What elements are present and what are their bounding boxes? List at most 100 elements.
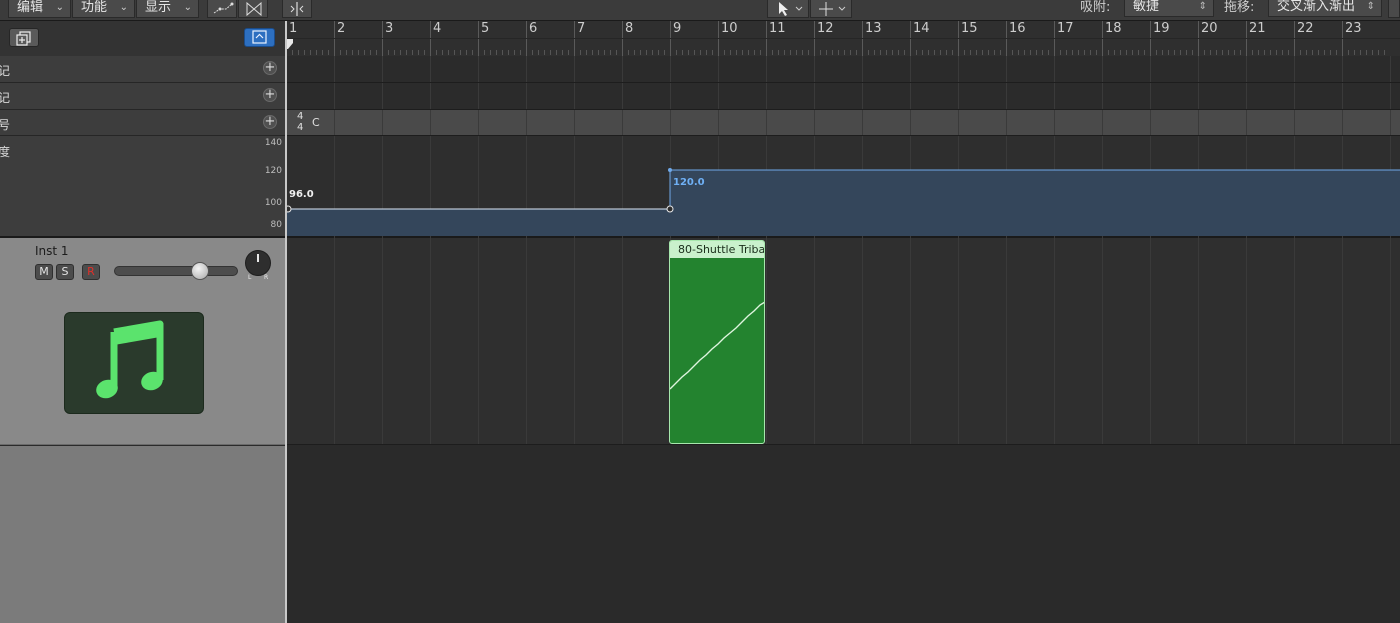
- ruler-ticks: [286, 21, 1400, 56]
- audio-region[interactable]: 80-Shuttle Triba: [669, 240, 765, 444]
- global-track-headers: 记 + 记 + 号 + 度 140 120 100 80: [0, 56, 285, 237]
- track-name[interactable]: Inst 1: [35, 244, 69, 258]
- snap-select[interactable]: 敏捷 ⇕: [1124, 0, 1214, 17]
- signature-top[interactable]: 4: [297, 111, 303, 122]
- tempo-area-fill: [287, 209, 670, 236]
- global-track-label: 度: [0, 145, 11, 159]
- snap-value: 敏捷: [1133, 0, 1160, 14]
- track-icon[interactable]: [64, 312, 204, 414]
- pointer-icon: [779, 2, 803, 16]
- ruler-bar-number: 15: [961, 21, 978, 36]
- global-track-label: 记: [0, 64, 11, 78]
- tempo-start-value: 96.0: [289, 189, 314, 200]
- ruler-bar-number: 7: [577, 21, 586, 36]
- toolbar: 编辑 ⌄ 功能 ⌄ 显示 ⌄ 吸附: 敏捷 ⇕ 拖移: 交叉渐入渐出 ⇕: [0, 0, 1400, 21]
- ruler-bar-number: 4: [433, 21, 442, 36]
- marquee-tool-button[interactable]: [810, 0, 852, 18]
- drag-value: 交叉渐入渐出: [1277, 0, 1356, 14]
- ruler-bar-number: 12: [817, 21, 834, 36]
- region-name[interactable]: 80-Shuttle Triba: [670, 241, 764, 258]
- new-track-button[interactable]: [9, 28, 39, 47]
- ruler-bar-number: 2: [337, 21, 346, 36]
- global-track-label: 记: [0, 91, 11, 105]
- pan-knob[interactable]: [245, 250, 271, 276]
- ruler-bar-number: 22: [1297, 21, 1314, 36]
- ruler-bar-number: 14: [913, 21, 930, 36]
- pointer-tool-button[interactable]: [767, 0, 809, 18]
- updown-chevron-icon: ⇕: [1366, 1, 1375, 12]
- ruler-bar-number: 6: [529, 21, 538, 36]
- chevron-down-icon: ⌄: [119, 2, 128, 13]
- ruler-bar-number: 23: [1345, 21, 1362, 36]
- crosshair-icon: [819, 2, 846, 16]
- tracks-header: [0, 21, 285, 57]
- add-signature-button[interactable]: +: [263, 115, 277, 129]
- tempo-tick-label: 100: [264, 198, 282, 208]
- volume-slider[interactable]: [114, 262, 238, 280]
- track-list-empty-area[interactable]: [0, 446, 285, 623]
- arrange-grid: [287, 56, 1400, 623]
- view-menu[interactable]: 显示 ⌄: [136, 0, 199, 18]
- pan-knob-indicator: [257, 254, 259, 262]
- drag-label: 拖移:: [1224, 0, 1255, 15]
- global-track-arrangement: 记 +: [0, 56, 285, 83]
- global-track-signature: 号 +: [0, 110, 285, 136]
- global-tracks-icon: [252, 30, 267, 44]
- ruler-bar-number: 8: [625, 21, 634, 36]
- tempo-tick-label: 80: [270, 220, 282, 230]
- ruler-bar-number: 18: [1105, 21, 1122, 36]
- tempo-tick-label: 120: [264, 166, 282, 176]
- ruler-bar-number: 21: [1249, 21, 1266, 36]
- tempo-change-value: 120.0: [673, 177, 705, 188]
- toolbar-overflow-button[interactable]: [1388, 0, 1400, 18]
- global-track-tempo: 度 140 120 100 80: [0, 136, 285, 237]
- ruler-bar-number: 3: [385, 21, 394, 36]
- add-marker-button[interactable]: +: [263, 88, 277, 102]
- add-marker-button[interactable]: +: [263, 61, 277, 75]
- global-tracks-toggle[interactable]: [244, 28, 275, 47]
- ruler-bar-number: 19: [1153, 21, 1170, 36]
- global-track-label: 号: [0, 118, 11, 132]
- global-track-marker: 记 +: [0, 83, 285, 110]
- solo-button[interactable]: S: [56, 264, 74, 280]
- bar-ruler[interactable]: 1 2 3 4 5 6 7 8 9 10 11 12 13 14 15 16 17 18 19 20 21 22 23: [285, 21, 1400, 57]
- tempo-point[interactable]: [287, 205, 292, 213]
- flex-button[interactable]: [238, 0, 268, 18]
- catch-playhead-button[interactable]: [282, 0, 312, 18]
- track-header-inst1[interactable]: Inst 1 M S R L R: [0, 238, 285, 445]
- snap-label: 吸附:: [1080, 0, 1111, 15]
- ruler-bar-number: 9: [673, 21, 682, 36]
- chevron-down-icon: ⌄: [183, 2, 192, 13]
- drag-select[interactable]: 交叉渐入渐出 ⇕: [1268, 0, 1382, 17]
- ruler-bar-number: 16: [1009, 21, 1026, 36]
- signature-bottom[interactable]: 4: [297, 122, 303, 133]
- flex-icon: [246, 1, 262, 17]
- edit-menu[interactable]: 编辑 ⌄: [8, 0, 71, 18]
- automation-button[interactable]: [207, 0, 237, 18]
- chevron-down-icon: ⌄: [55, 2, 64, 13]
- tempo-point[interactable]: [668, 168, 672, 172]
- ruler-bar-number: 1: [289, 21, 298, 36]
- updown-chevron-icon: ⇕: [1198, 1, 1207, 12]
- pan-right-label: R: [264, 274, 269, 281]
- music-note-icon: [96, 320, 164, 399]
- add-track-icon: [16, 31, 31, 46]
- track-list-divider[interactable]: [285, 21, 287, 623]
- key-signature[interactable]: C: [312, 116, 320, 129]
- arrange-area[interactable]: 4 4 C 96.0 120.0: [287, 56, 1400, 623]
- mute-button[interactable]: M: [35, 264, 53, 280]
- view-menu-label: 显示: [145, 0, 172, 15]
- tempo-area-fill: [670, 170, 1400, 236]
- ruler-bar-number: 20: [1201, 21, 1218, 36]
- playhead-catch-icon: [290, 2, 304, 16]
- pan-left-label: L: [248, 274, 252, 281]
- ruler-bar-number: 10: [721, 21, 738, 36]
- edit-menu-label: 编辑: [17, 0, 44, 15]
- tempo-point[interactable]: [666, 205, 674, 213]
- ruler-bar-number: 11: [769, 21, 786, 36]
- tempo-tick-label: 140: [264, 138, 282, 148]
- volume-slider-knob[interactable]: [191, 262, 209, 280]
- functions-menu[interactable]: 功能 ⌄: [72, 0, 135, 18]
- record-button[interactable]: R: [82, 264, 100, 280]
- ruler-bar-number: 5: [481, 21, 490, 36]
